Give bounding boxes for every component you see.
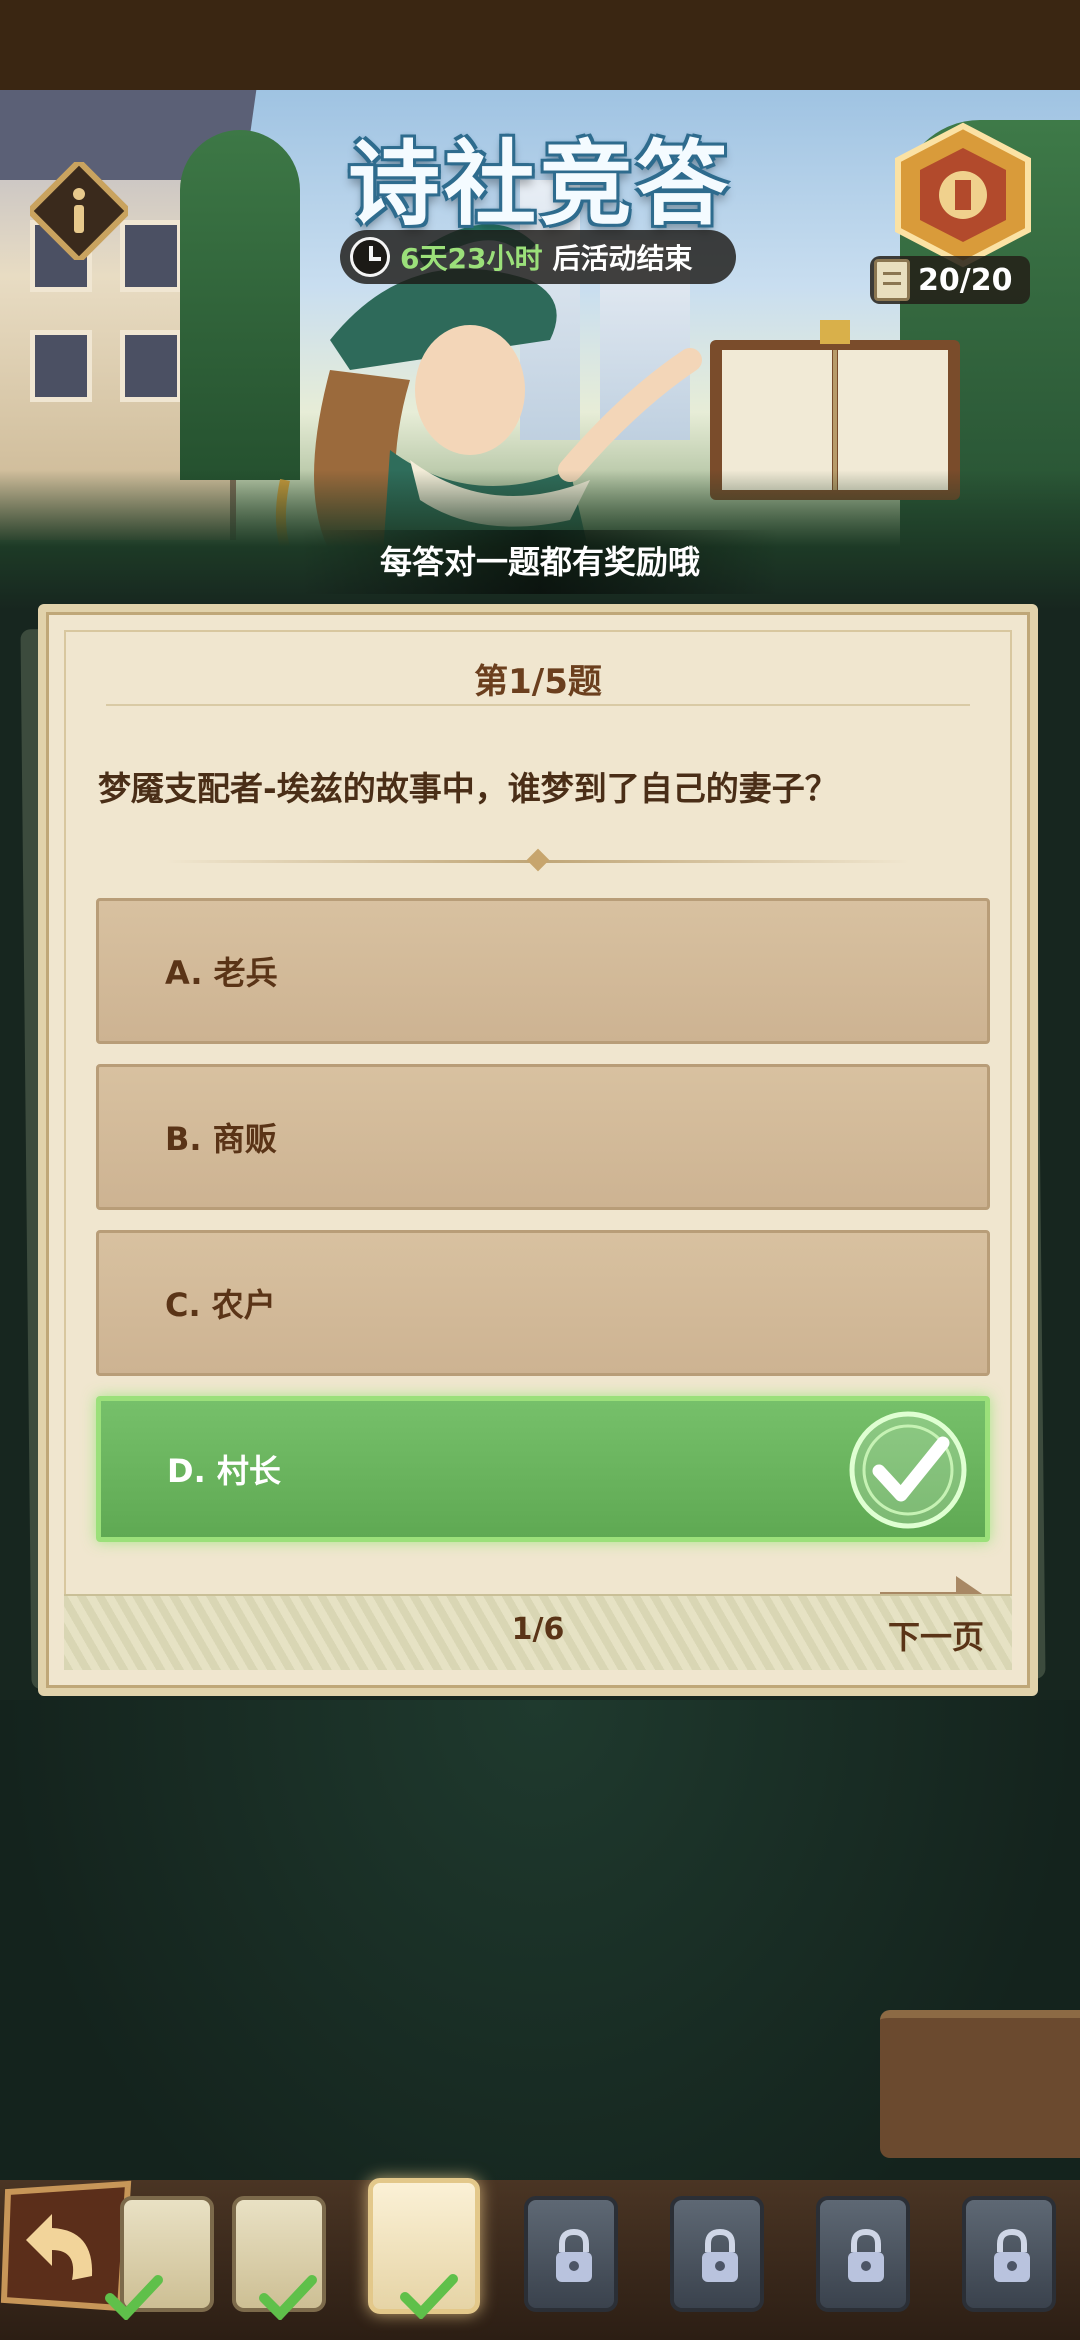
lock-icon	[702, 2228, 738, 2282]
ornament-divider	[166, 848, 910, 872]
timer-remaining: 6天23小时	[400, 242, 543, 275]
question-slot-1[interactable]	[105, 2196, 214, 2320]
option-a[interactable]: A. 老兵	[96, 898, 990, 1044]
timer-suffix: 后活动结束	[552, 242, 693, 275]
check-icon	[105, 2275, 163, 2320]
check-icon	[400, 2274, 458, 2319]
option-d[interactable]: D. 村长	[96, 1396, 990, 1542]
attempts-value: 20/20	[918, 262, 1013, 298]
lock-icon	[848, 2228, 884, 2282]
question-slot-7[interactable]	[962, 2196, 1056, 2312]
info-button[interactable]	[30, 162, 128, 260]
option-b[interactable]: B. 商贩	[96, 1064, 990, 1210]
option-label: C. 农户	[165, 1286, 276, 1324]
page-indicator: 1/6	[511, 1612, 565, 1647]
info-icon	[73, 188, 85, 200]
lock-icon	[556, 2228, 592, 2282]
books-decoration	[880, 2010, 1080, 2158]
card-footer: 1/6 下一页	[64, 1594, 1012, 1670]
clock-icon	[350, 237, 390, 277]
event-timer: 6天23小时 后活动结束	[340, 230, 736, 284]
next-page-button[interactable]: 下一页	[888, 1612, 984, 1658]
question-slot-2[interactable]	[232, 2196, 326, 2320]
scroll-icon	[874, 259, 910, 301]
check-icon	[849, 1411, 967, 1529]
attempts-counter: 20/20	[870, 256, 1030, 304]
option-label: B. 商贩	[165, 1120, 277, 1158]
question-text: 梦魇支配者-埃兹的故事中，谁梦到了自己的妻子？	[98, 769, 838, 808]
question-number: 第1/5题	[474, 662, 602, 702]
question-slot-4[interactable]	[524, 2196, 618, 2312]
reward-medal-button[interactable]	[888, 120, 1038, 270]
header-divider	[106, 704, 970, 706]
option-label: D. 村长	[167, 1452, 281, 1490]
question-slot-3[interactable]	[368, 2178, 480, 2319]
check-icon	[259, 2275, 317, 2320]
lock-icon	[994, 2228, 1030, 2282]
status-bar	[0, 0, 1080, 90]
question-slot-6[interactable]	[816, 2196, 910, 2312]
question-slot-5[interactable]	[670, 2196, 764, 2312]
option-label: A. 老兵	[165, 954, 278, 992]
option-c[interactable]: C. 农户	[96, 1230, 990, 1376]
question-card: 第1/5题 梦魇支配者-埃兹的故事中，谁梦到了自己的妻子？ A. 老兵 B. 商…	[38, 604, 1038, 1696]
reward-tip: 每答对一题都有奖励哦	[300, 530, 780, 594]
